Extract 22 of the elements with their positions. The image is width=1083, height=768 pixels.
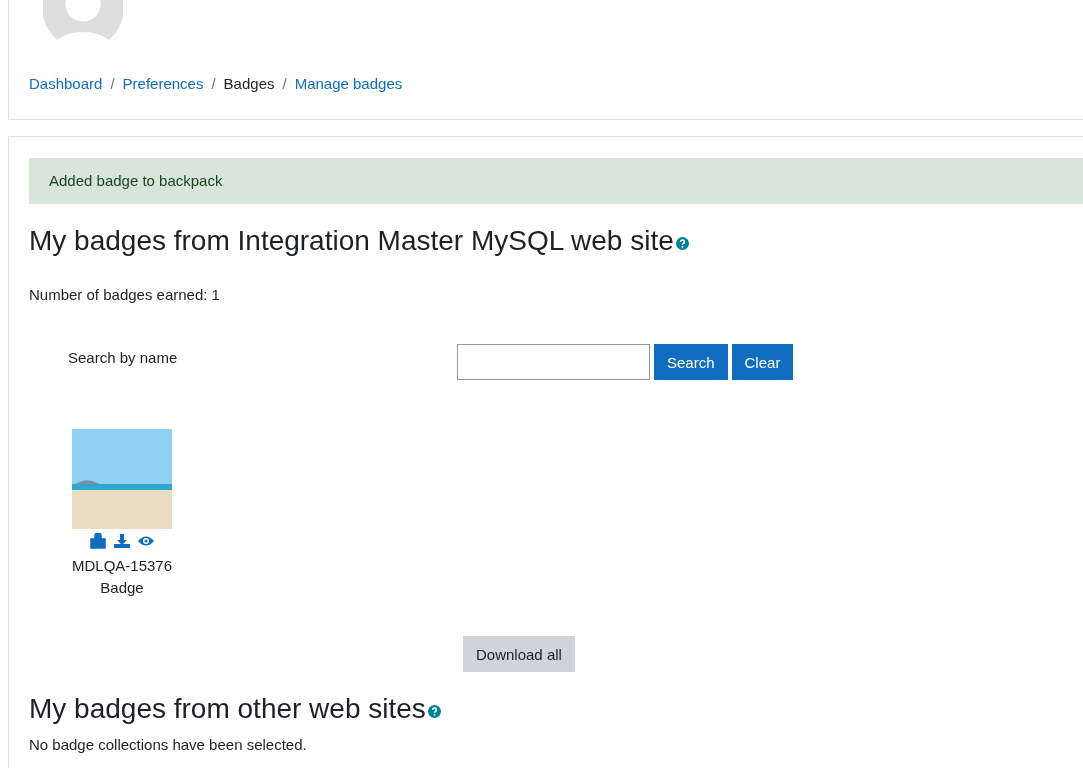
breadcrumb-current: Badges xyxy=(223,75,275,92)
no-collections-text: No badge collections have been selected. xyxy=(29,736,308,753)
search-label: Search by name xyxy=(68,349,179,366)
breadcrumb-link[interactable]: Preferences xyxy=(122,75,204,92)
badge-count-text: Number of badges earned: 1 xyxy=(29,286,221,303)
breadcrumb-link[interactable]: Dashboard xyxy=(29,75,103,92)
success-alert: Added badge to backpack xyxy=(29,158,1083,204)
section-heading: My badges from other web sites xyxy=(29,692,426,726)
clear-button[interactable]: Clear xyxy=(731,344,794,380)
breadcrumb-separator: / xyxy=(110,75,115,92)
section-heading: My badges from Integration Master MySQL web site xyxy=(29,224,674,258)
badge-name[interactable]: MDLQA-15376 Badge xyxy=(70,555,174,599)
breadcrumb-separator: / xyxy=(211,75,216,92)
backpack-icon[interactable] xyxy=(90,533,106,549)
breadcrumb-separator: / xyxy=(282,75,287,92)
help-icon[interactable] xyxy=(427,705,441,718)
help-icon[interactable] xyxy=(675,237,689,250)
search-field[interactable] xyxy=(457,344,650,380)
search-button[interactable]: Search xyxy=(654,344,728,380)
download-icon[interactable] xyxy=(114,533,130,549)
breadcrumb-link[interactable]: Manage badges xyxy=(294,75,403,92)
download-all-button[interactable]: Download all xyxy=(463,636,575,672)
